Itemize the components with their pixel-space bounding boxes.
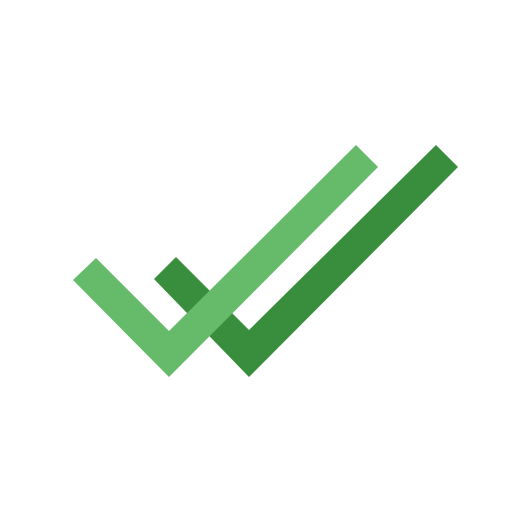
double-checkmark-icon	[73, 145, 458, 377]
icon-canvas	[0, 0, 512, 512]
